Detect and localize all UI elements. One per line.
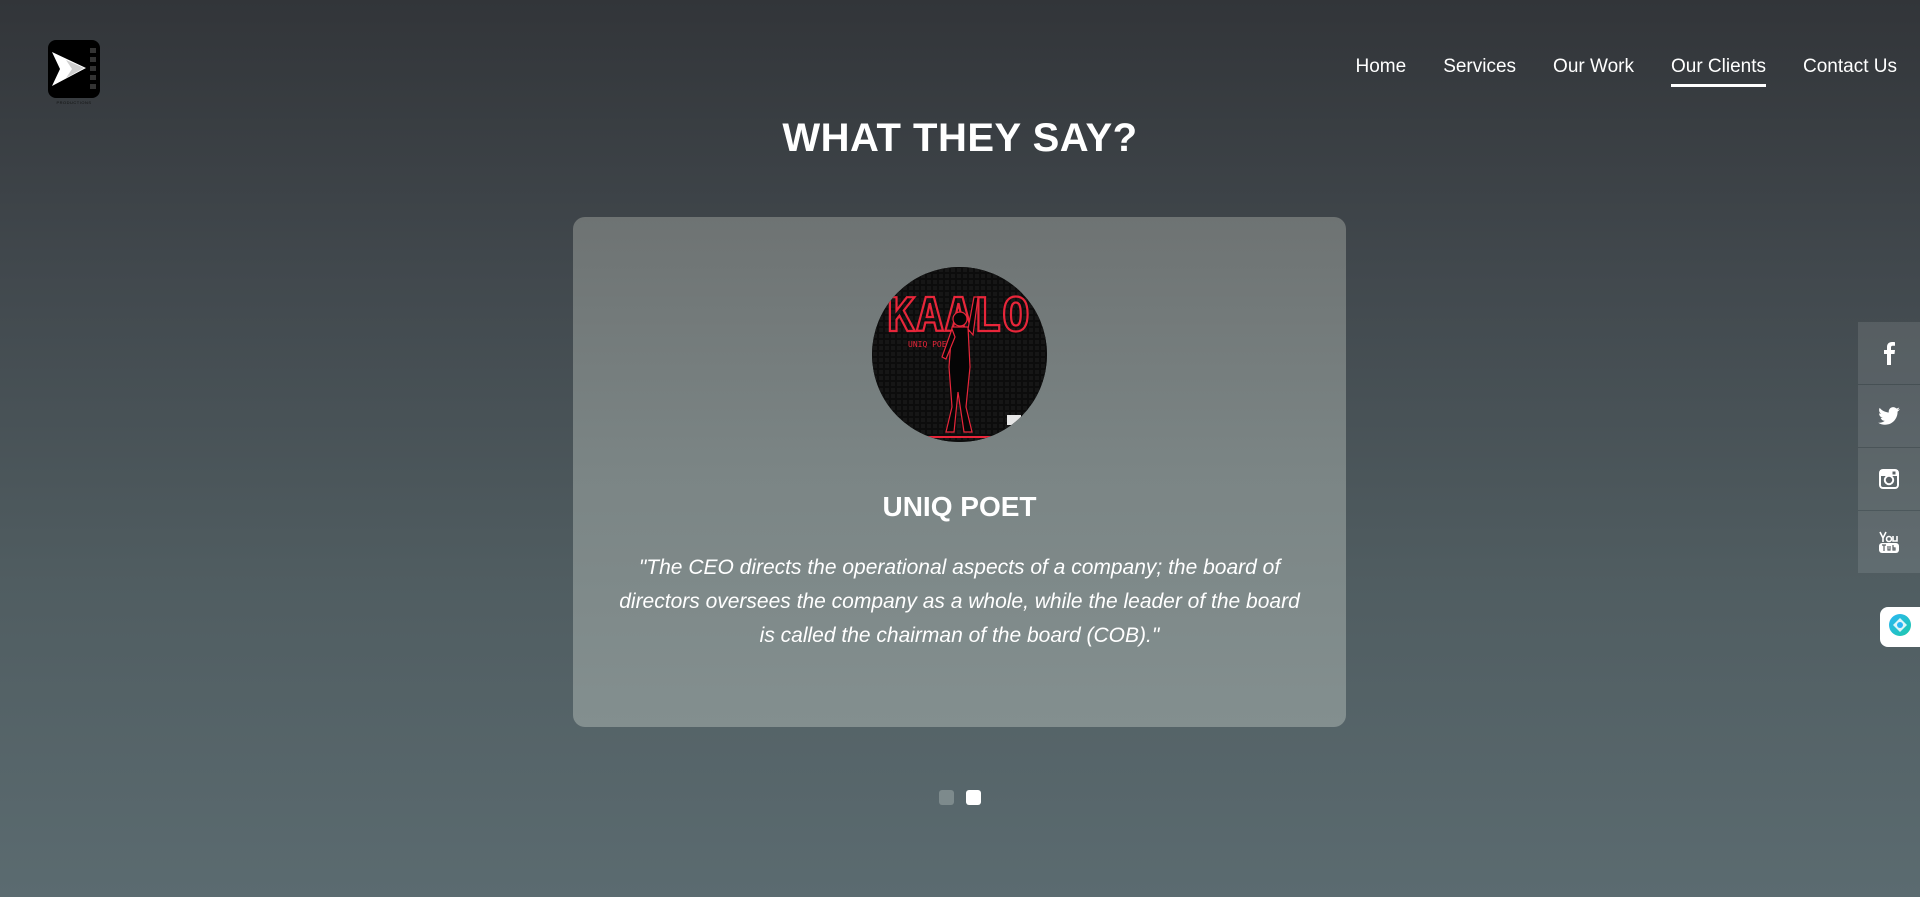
social-sidebar bbox=[1858, 322, 1920, 574]
chat-widget-button[interactable] bbox=[1880, 607, 1920, 647]
chat-widget-icon bbox=[1888, 613, 1912, 642]
nav-contact-us[interactable]: Contact Us bbox=[1803, 56, 1897, 84]
section-title: WHAT THEY SAY? bbox=[782, 116, 1138, 160]
facebook-button[interactable] bbox=[1858, 322, 1920, 384]
nav-our-work[interactable]: Our Work bbox=[1553, 56, 1634, 84]
carousel-dot-2[interactable] bbox=[966, 790, 981, 805]
youtube-icon bbox=[1878, 530, 1900, 554]
play-logo-icon bbox=[48, 40, 100, 98]
client-avatar: KAALO UNIQ POET bbox=[872, 267, 1047, 442]
instagram-icon bbox=[1879, 469, 1899, 489]
nav-our-clients[interactable]: Our Clients bbox=[1670, 56, 1767, 87]
youtube-button[interactable] bbox=[1858, 511, 1920, 573]
carousel-pagination bbox=[939, 790, 981, 805]
testimonial-card: KAALO UNIQ POET UNIQ POET "The CEO direc… bbox=[573, 217, 1346, 727]
nav-home[interactable]: Home bbox=[1356, 56, 1407, 84]
twitter-icon bbox=[1878, 407, 1900, 425]
logo-tagline: PRODUCTIONS bbox=[56, 100, 92, 105]
carousel-dot-1[interactable] bbox=[939, 790, 954, 805]
site-logo[interactable]: PRODUCTIONS bbox=[48, 40, 104, 106]
facebook-icon bbox=[1882, 341, 1896, 365]
testimonial-quote: "The CEO directs the operational aspects… bbox=[619, 556, 1300, 647]
nav-services[interactable]: Services bbox=[1443, 56, 1516, 84]
main-nav: Home Services Our Work Our Clients Conta… bbox=[1356, 56, 1897, 87]
twitter-button[interactable] bbox=[1858, 385, 1920, 447]
instagram-button[interactable] bbox=[1858, 448, 1920, 510]
client-name: UNIQ POET bbox=[882, 491, 1037, 522]
